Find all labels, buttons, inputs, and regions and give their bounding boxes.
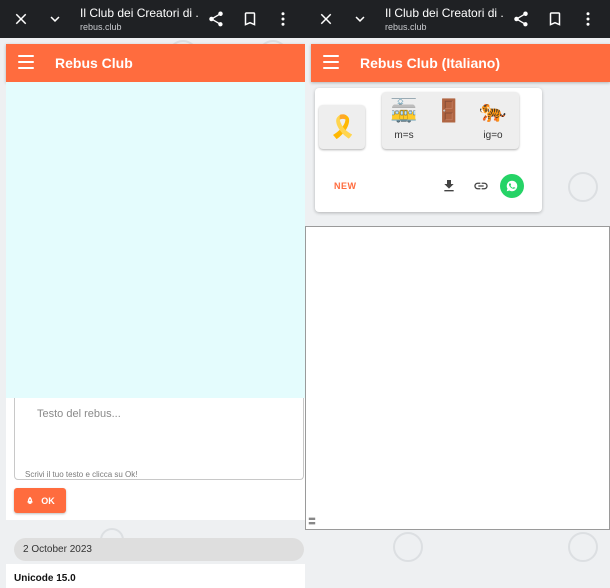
close-icon[interactable] bbox=[10, 8, 32, 30]
share-icon[interactable] bbox=[510, 8, 532, 30]
share-icon[interactable] bbox=[205, 8, 227, 30]
date-chip: 2 October 2023 bbox=[14, 538, 304, 561]
browser-page-title: Il Club dei Creatori di ... bbox=[385, 6, 503, 20]
rebus-preview-area bbox=[6, 82, 305, 398]
more-vert-icon[interactable] bbox=[577, 8, 599, 30]
app-bar: Rebus Club bbox=[6, 44, 305, 82]
entry-title: Unicode 15.0 bbox=[14, 573, 76, 584]
rebus-substitution: m=s bbox=[394, 130, 414, 141]
browser-url: rebus.club bbox=[80, 22, 122, 32]
rocket-icon bbox=[27, 496, 34, 504]
rebus-substitution: ig=o bbox=[483, 130, 503, 141]
resize-handle-icon[interactable]: 〓 bbox=[308, 516, 316, 527]
new-badge: NEW bbox=[334, 181, 357, 191]
browser-url: rebus.club bbox=[385, 22, 427, 32]
bookmark-icon[interactable] bbox=[544, 8, 566, 30]
rebus-card: 🎗️ 🚋 m=s 🚪 🐅 ig=o NEW bbox=[315, 88, 542, 212]
tram-icon: 🚋 bbox=[390, 98, 418, 123]
chevron-down-icon[interactable] bbox=[44, 8, 66, 30]
rebus-input-placeholder: Testo del rebus... bbox=[37, 408, 121, 420]
right-pane: Il Club dei Creatori di ... rebus.club R… bbox=[305, 0, 610, 588]
rebus-tile: 🚋 m=s 🚪 🐅 ig=o bbox=[382, 92, 519, 149]
more-vert-icon[interactable] bbox=[272, 8, 294, 30]
door-icon: 🚪 bbox=[435, 98, 463, 123]
rebus-canvas: 〓 bbox=[305, 226, 610, 530]
rebus-tile: 🎗️ bbox=[319, 105, 365, 149]
bookmark-icon[interactable] bbox=[239, 8, 261, 30]
browser-toolbar: Il Club dei Creatori di ... rebus.club bbox=[0, 0, 305, 38]
ok-button-label: OK bbox=[41, 495, 55, 506]
background-donut bbox=[393, 532, 423, 562]
app-bar: Rebus Club (Italiano) bbox=[311, 44, 610, 82]
left-pane: Il Club dei Creatori di ... rebus.club R… bbox=[0, 0, 305, 588]
chevron-down-icon[interactable] bbox=[349, 8, 371, 30]
background-donut bbox=[568, 172, 598, 202]
hamburger-menu-icon[interactable] bbox=[323, 55, 339, 69]
ribbon-icon: 🎗️ bbox=[329, 114, 357, 139]
rebus-text-input[interactable]: Testo del rebus... Scrivi il tuo testo e… bbox=[14, 398, 304, 480]
app-title: Rebus Club (Italiano) bbox=[360, 55, 500, 71]
rebus-input-helper: Scrivi il tuo testo e clicca su Ok! bbox=[25, 470, 138, 479]
app-title: Rebus Club bbox=[55, 55, 133, 71]
background-donut bbox=[568, 532, 598, 562]
hamburger-menu-icon[interactable] bbox=[18, 55, 34, 69]
close-icon[interactable] bbox=[315, 8, 337, 30]
download-icon[interactable] bbox=[441, 178, 457, 194]
ok-button[interactable]: OK bbox=[14, 488, 66, 513]
whatsapp-icon[interactable] bbox=[500, 174, 524, 198]
browser-page-title: Il Club dei Creatori di ... bbox=[80, 6, 198, 20]
browser-toolbar: Il Club dei Creatori di ... rebus.club bbox=[305, 0, 610, 38]
link-icon[interactable] bbox=[473, 178, 489, 194]
tiger-icon: 🐅 bbox=[479, 98, 507, 123]
